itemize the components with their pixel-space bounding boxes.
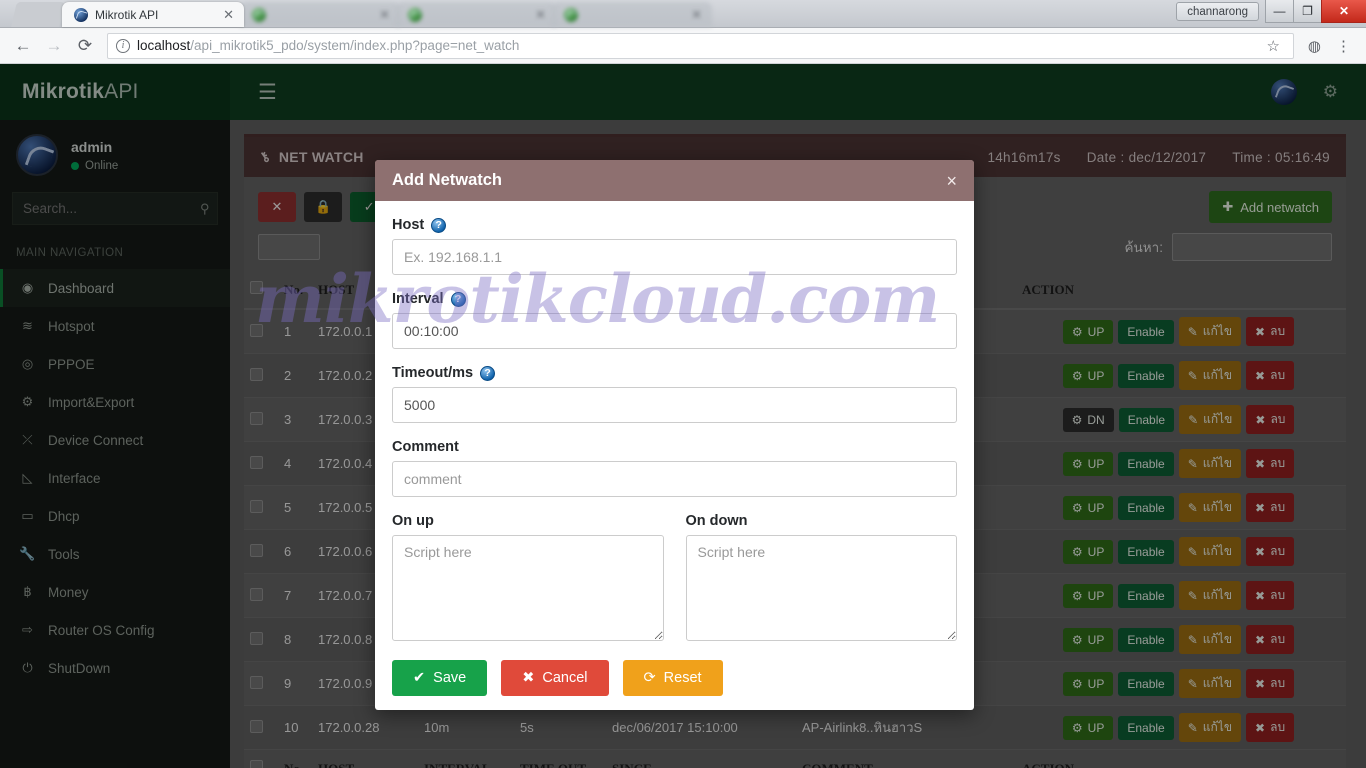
host-label: Host [392,217,425,233]
tab-ghost[interactable] [11,2,65,27]
tab-close-icon[interactable]: ✕ [691,8,702,21]
close-window-button[interactable]: ✕ [1321,0,1366,23]
cancel-label: Cancel [542,670,588,686]
script-fields: On up On down [392,513,957,646]
window-controls: channarong — ❐ ✕ [1176,0,1366,23]
mikrotik-favicon [74,7,88,22]
reload-icon[interactable]: ⟳ [72,33,98,59]
save-label: Save [433,670,467,686]
forward-icon[interactable]: → [41,33,67,59]
comment-label: Comment [392,439,459,455]
tab-title: Mikrotik API [95,7,159,22]
on-up-label: On up [392,513,434,529]
help-icon[interactable]: ? [450,291,466,307]
timeout-label-row: Timeout/ms ? [392,365,957,381]
reset-label: Reset [663,670,702,686]
minimize-button[interactable]: — [1265,0,1294,23]
tab-favicon [408,7,422,22]
browser-tab-background-1[interactable]: ✕ [240,2,400,27]
on-down-textarea[interactable] [685,535,957,641]
browser-tab-background-2[interactable]: ✕ [396,2,556,27]
url-path: /api_mikrotik5_pdo/system/index.php?page… [190,38,520,53]
comment-input[interactable] [392,461,957,497]
tab-favicon [252,7,266,22]
help-icon[interactable]: ? [480,365,496,381]
tab-close-icon[interactable]: ✕ [535,8,546,21]
add-netwatch-modal: Add Netwatch × Host ? Interval ? Timeout… [375,160,974,710]
close-icon[interactable]: × [946,172,957,190]
cancel-button[interactable]: ✖ Cancel [501,660,609,696]
refresh-icon: ⟳ [643,670,656,686]
url-text: localhost/api_mikrotik5_pdo/system/index… [137,38,519,53]
tab-strip: Mikrotik API ✕ ✕ ✕ ✕ [0,0,1366,27]
timeout-input[interactable] [392,387,957,423]
help-icon[interactable]: ? [431,217,447,233]
browser-titlebar: Mikrotik API ✕ ✕ ✕ ✕ channarong — ❐ ✕ [0,0,1366,28]
on-up-label-row: On up [392,513,664,529]
tab-close-icon[interactable]: ✕ [223,8,234,21]
on-down-group: On down [685,513,958,646]
page-info-icon[interactable]: i [116,38,130,53]
interval-label: Interval [392,291,444,307]
modal-title: Add Netwatch [392,171,503,189]
host-input[interactable] [392,239,957,275]
browser-menu-icon[interactable]: ⋮ [1331,37,1356,55]
application-root: Mikrotik API ☰ ⚙ admin Online Search... … [0,64,1366,768]
reset-button[interactable]: ⟳ Reset [622,660,723,696]
url-host: localhost [137,38,191,53]
modal-body: Host ? Interval ? Timeout/ms ? Comment [375,201,974,710]
save-button[interactable]: ✔ Save [392,660,488,696]
browser-tab-active[interactable]: Mikrotik API ✕ [62,2,244,27]
on-up-group: On up [392,513,664,646]
interval-label-row: Interval ? [392,291,957,307]
modal-actions: ✔ Save ✖ Cancel ⟳ Reset [392,646,957,696]
on-down-label-row: On down [686,513,958,529]
tab-close-icon[interactable]: ✕ [379,8,390,21]
browser-toolbar: ← → ⟳ i localhost/api_mikrotik5_pdo/syst… [0,28,1366,64]
address-bar[interactable]: i localhost/api_mikrotik5_pdo/system/ind… [107,32,1294,59]
bookmark-star-icon[interactable]: ☆ [1261,37,1284,55]
browser-tab-background-3[interactable]: ✕ [552,2,712,27]
back-icon[interactable]: ← [10,33,36,59]
modal-header: Add Netwatch × [375,160,974,201]
on-down-label: On down [685,513,748,529]
timeout-label: Timeout/ms [392,365,474,381]
tab-favicon [564,7,578,22]
host-label-row: Host ? [392,217,957,233]
on-up-textarea[interactable] [392,535,664,641]
browser-profile-chip[interactable]: channarong [1176,2,1259,21]
times-icon: ✖ [522,670,535,686]
interval-input[interactable] [392,313,957,349]
maximize-button[interactable]: ❐ [1293,0,1322,23]
check-icon: ✔ [413,670,426,686]
extension-icon[interactable]: ◍ [1303,37,1326,55]
comment-label-row: Comment [392,439,957,455]
